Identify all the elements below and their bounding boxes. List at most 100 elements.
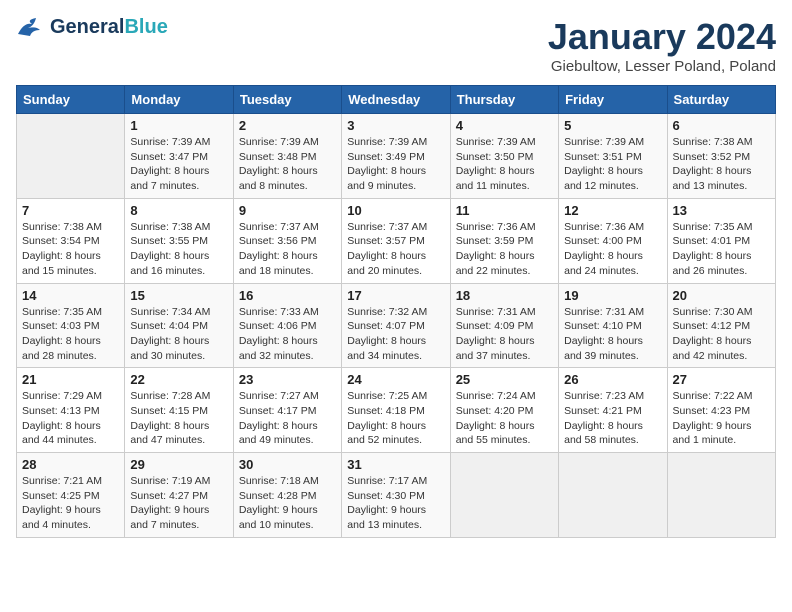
day-number: 8 bbox=[130, 203, 227, 218]
location-title: Giebultow, Lesser Poland, Poland bbox=[548, 58, 776, 75]
cell-content: Sunrise: 7:37 AMSunset: 3:57 PMDaylight:… bbox=[347, 221, 427, 277]
table-row: 14 Sunrise: 7:35 AMSunset: 4:03 PMDayligh… bbox=[17, 283, 125, 368]
cell-content: Sunrise: 7:38 AMSunset: 3:54 PMDaylight:… bbox=[22, 221, 102, 277]
cell-content: Sunrise: 7:34 AMSunset: 4:04 PMDaylight:… bbox=[130, 306, 210, 362]
month-title: January 2024 bbox=[548, 16, 776, 58]
cell-content: Sunrise: 7:25 AMSunset: 4:18 PMDaylight:… bbox=[347, 390, 427, 446]
calendar-week-1: 7 Sunrise: 7:38 AMSunset: 3:54 PMDaylight… bbox=[17, 198, 776, 283]
table-row: 27 Sunrise: 7:22 AMSunset: 4:23 PMDayligh… bbox=[667, 368, 775, 453]
cell-content: Sunrise: 7:23 AMSunset: 4:21 PMDaylight:… bbox=[564, 390, 644, 446]
day-number: 14 bbox=[22, 288, 119, 303]
col-sunday: Sunday bbox=[17, 86, 125, 114]
day-number: 31 bbox=[347, 457, 444, 472]
cell-content: Sunrise: 7:28 AMSunset: 4:15 PMDaylight:… bbox=[130, 390, 210, 446]
day-number: 4 bbox=[456, 118, 553, 133]
table-row: 21Sunrise: 7:29 AMSunset: 4:13 PMDayligh… bbox=[17, 368, 125, 453]
day-number: 24 bbox=[347, 372, 444, 387]
cell-content: Sunrise: 7:39 AMSunset: 3:51 PMDaylight:… bbox=[564, 136, 644, 192]
logo-text: GeneralBlue bbox=[50, 16, 168, 38]
day-number: 17 bbox=[347, 288, 444, 303]
day-number: 25 bbox=[456, 372, 553, 387]
table-row: 23 Sunrise: 7:27 AMSunset: 4:17 PMDayligh… bbox=[233, 368, 341, 453]
page-header: GeneralBlue January 2024 Giebultow, Less… bbox=[16, 16, 776, 75]
table-row: 29 Sunrise: 7:19 AMSunset: 4:27 PMDayligh… bbox=[125, 453, 233, 538]
table-row: 6Sunrise: 7:38 AMSunset: 3:52 PMDaylight… bbox=[667, 114, 775, 199]
day-number: 22 bbox=[130, 372, 227, 387]
cell-content: Sunrise: 7:36 AMSunset: 3:59 PMDaylight:… bbox=[456, 221, 536, 277]
logo-blue: Blue bbox=[124, 16, 167, 38]
day-number: 10 bbox=[347, 203, 444, 218]
day-number: 28 bbox=[22, 457, 119, 472]
day-number: 26 bbox=[564, 372, 661, 387]
table-row: 13Sunrise: 7:35 AMSunset: 4:01 PMDayligh… bbox=[667, 198, 775, 283]
table-row: 16 Sunrise: 7:33 AMSunset: 4:06 PMDayligh… bbox=[233, 283, 341, 368]
calendar-header: Sunday Monday Tuesday Wednesday Thursday… bbox=[17, 86, 776, 114]
table-row: 20 Sunrise: 7:30 AMSunset: 4:12 PMDayligh… bbox=[667, 283, 775, 368]
cell-content: Sunrise: 7:22 AMSunset: 4:23 PMDaylight:… bbox=[673, 390, 753, 446]
cell-content: Sunrise: 7:35 AMSunset: 4:03 PMDaylight:… bbox=[22, 306, 102, 362]
table-row: 28 Sunrise: 7:21 AMSunset: 4:25 PMDayligh… bbox=[17, 453, 125, 538]
table-row: 19Sunrise: 7:31 AMSunset: 4:10 PMDayligh… bbox=[559, 283, 667, 368]
table-row: 17 Sunrise: 7:32 AMSunset: 4:07 PMDayligh… bbox=[342, 283, 450, 368]
cell-content: Sunrise: 7:35 AMSunset: 4:01 PMDaylight:… bbox=[673, 221, 753, 277]
table-row: 2Sunrise: 7:39 AMSunset: 3:48 PMDaylight… bbox=[233, 114, 341, 199]
cell-content: Sunrise: 7:36 AMSunset: 4:00 PMDaylight:… bbox=[564, 221, 644, 277]
table-row: 7 Sunrise: 7:38 AMSunset: 3:54 PMDaylight… bbox=[17, 198, 125, 283]
cell-content: Sunrise: 7:29 AMSunset: 4:13 PMDaylight:… bbox=[22, 390, 102, 446]
day-number: 12 bbox=[564, 203, 661, 218]
table-row: 30 Sunrise: 7:18 AMSunset: 4:28 PMDayligh… bbox=[233, 453, 341, 538]
table-row: 3Sunrise: 7:39 AMSunset: 3:49 PMDaylight… bbox=[342, 114, 450, 199]
col-thursday: Thursday bbox=[450, 86, 558, 114]
cell-content: Sunrise: 7:21 AMSunset: 4:25 PMDaylight:… bbox=[22, 475, 102, 531]
table-row: 8Sunrise: 7:38 AMSunset: 3:55 PMDaylight… bbox=[125, 198, 233, 283]
cell-content: Sunrise: 7:17 AMSunset: 4:30 PMDaylight:… bbox=[347, 475, 427, 531]
day-number: 1 bbox=[130, 118, 227, 133]
calendar-week-2: 14 Sunrise: 7:35 AMSunset: 4:03 PMDayligh… bbox=[17, 283, 776, 368]
day-number: 23 bbox=[239, 372, 336, 387]
day-number: 30 bbox=[239, 457, 336, 472]
cell-content: Sunrise: 7:32 AMSunset: 4:07 PMDaylight:… bbox=[347, 306, 427, 362]
table-row: 5Sunrise: 7:39 AMSunset: 3:51 PMDaylight… bbox=[559, 114, 667, 199]
table-row: 11 Sunrise: 7:36 AMSunset: 3:59 PMDayligh… bbox=[450, 198, 558, 283]
col-tuesday: Tuesday bbox=[233, 86, 341, 114]
table-row: 31 Sunrise: 7:17 AMSunset: 4:30 PMDayligh… bbox=[342, 453, 450, 538]
title-block: January 2024 Giebultow, Lesser Poland, P… bbox=[548, 16, 776, 75]
table-row bbox=[450, 453, 558, 538]
col-wednesday: Wednesday bbox=[342, 86, 450, 114]
day-number: 11 bbox=[456, 203, 553, 218]
cell-content: Sunrise: 7:18 AMSunset: 4:28 PMDaylight:… bbox=[239, 475, 319, 531]
table-row bbox=[17, 114, 125, 199]
cell-content: Sunrise: 7:39 AMSunset: 3:48 PMDaylight:… bbox=[239, 136, 319, 192]
cell-content: Sunrise: 7:31 AMSunset: 4:09 PMDaylight:… bbox=[456, 306, 536, 362]
cell-content: Sunrise: 7:19 AMSunset: 4:27 PMDaylight:… bbox=[130, 475, 210, 531]
cell-content: Sunrise: 7:33 AMSunset: 4:06 PMDaylight:… bbox=[239, 306, 319, 362]
day-number: 9 bbox=[239, 203, 336, 218]
table-row: 9Sunrise: 7:37 AMSunset: 3:56 PMDaylight… bbox=[233, 198, 341, 283]
day-number: 19 bbox=[564, 288, 661, 303]
cell-content: Sunrise: 7:24 AMSunset: 4:20 PMDaylight:… bbox=[456, 390, 536, 446]
calendar-week-0: 1 Sunrise: 7:39 AMSunset: 3:47 PMDaylight… bbox=[17, 114, 776, 199]
cell-content: Sunrise: 7:30 AMSunset: 4:12 PMDaylight:… bbox=[673, 306, 753, 362]
calendar-week-3: 21Sunrise: 7:29 AMSunset: 4:13 PMDayligh… bbox=[17, 368, 776, 453]
logo-general: General bbox=[50, 16, 124, 38]
table-row: 25 Sunrise: 7:24 AMSunset: 4:20 PMDayligh… bbox=[450, 368, 558, 453]
col-monday: Monday bbox=[125, 86, 233, 114]
cell-content: Sunrise: 7:39 AMSunset: 3:47 PMDaylight:… bbox=[130, 136, 210, 192]
table-row: 24 Sunrise: 7:25 AMSunset: 4:18 PMDayligh… bbox=[342, 368, 450, 453]
day-number: 3 bbox=[347, 118, 444, 133]
day-number: 16 bbox=[239, 288, 336, 303]
header-row: Sunday Monday Tuesday Wednesday Thursday… bbox=[17, 86, 776, 114]
table-row: 22 Sunrise: 7:28 AMSunset: 4:15 PMDayligh… bbox=[125, 368, 233, 453]
cell-content: Sunrise: 7:27 AMSunset: 4:17 PMDaylight:… bbox=[239, 390, 319, 446]
day-number: 20 bbox=[673, 288, 770, 303]
logo: GeneralBlue bbox=[16, 16, 168, 38]
table-row: 12 Sunrise: 7:36 AMSunset: 4:00 PMDayligh… bbox=[559, 198, 667, 283]
logo-icon bbox=[16, 16, 46, 38]
day-number: 6 bbox=[673, 118, 770, 133]
day-number: 7 bbox=[22, 203, 119, 218]
day-number: 27 bbox=[673, 372, 770, 387]
cell-content: Sunrise: 7:39 AMSunset: 3:50 PMDaylight:… bbox=[456, 136, 536, 192]
calendar-body: 1 Sunrise: 7:39 AMSunset: 3:47 PMDaylight… bbox=[17, 114, 776, 538]
table-row: 15Sunrise: 7:34 AMSunset: 4:04 PMDayligh… bbox=[125, 283, 233, 368]
day-number: 29 bbox=[130, 457, 227, 472]
